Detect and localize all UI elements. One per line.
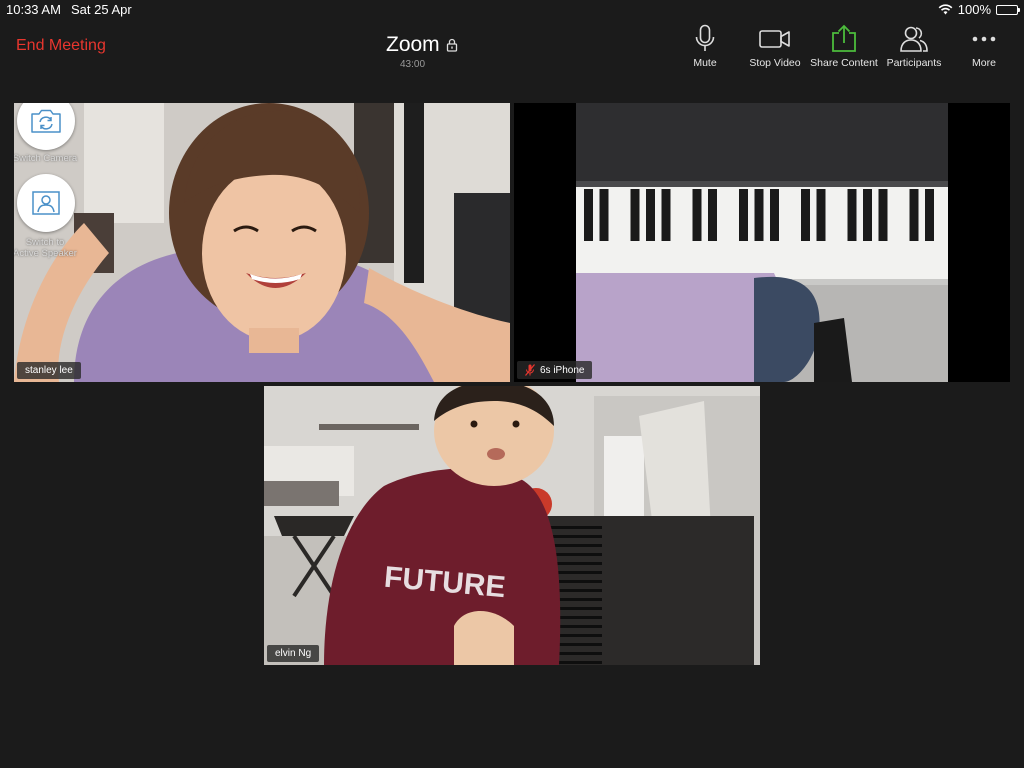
muted-microphone-icon — [525, 364, 535, 376]
participants-button[interactable]: Participants — [876, 24, 952, 69]
video-tile-stanley-lee[interactable]: Switch Camera Switch to Active Speaker s… — [14, 103, 510, 382]
participant-name-tag: 6s iPhone — [517, 361, 593, 379]
video-feed-woman-selfie — [14, 103, 510, 382]
lock-icon[interactable] — [446, 38, 458, 52]
end-meeting-button[interactable]: End Meeting — [16, 37, 106, 55]
meeting-title-text: Zoom — [386, 33, 440, 56]
video-feed-child-at-piano: FUTURE — [264, 386, 760, 665]
share-content-label: Share Content — [810, 57, 878, 69]
video-camera-icon — [759, 30, 790, 48]
mute-label: Mute — [693, 57, 717, 69]
switch-camera-icon — [31, 109, 61, 133]
status-right: 100% — [938, 2, 1020, 17]
status-date: Sat 25 Apr — [71, 2, 132, 17]
video-tile-elvin-ng[interactable]: FUTURE elvin Ng — [264, 386, 760, 665]
battery-percent: 100% — [957, 2, 991, 17]
piano-black-keys — [584, 189, 934, 241]
battery-icon — [996, 4, 1020, 15]
participant-name-tag: stanley lee — [17, 362, 81, 379]
participant-name: elvin Ng — [275, 648, 312, 659]
more-button[interactable]: More — [946, 24, 1022, 69]
participants-icon — [900, 26, 928, 52]
switch-active-speaker-label: Switch to Active Speaker — [14, 237, 85, 259]
share-content-button[interactable]: Share Content — [806, 24, 882, 69]
participant-name: 6s iPhone — [540, 364, 585, 376]
status-time: 10:33 AM — [6, 2, 61, 17]
switch-active-speaker-button[interactable] — [17, 174, 75, 232]
mute-button[interactable]: Mute — [667, 24, 743, 69]
more-label: More — [972, 57, 996, 69]
microphone-icon — [695, 24, 715, 51]
active-speaker-icon — [32, 191, 60, 215]
video-tile-6s-iphone[interactable]: 6s iPhone — [514, 103, 1010, 382]
stop-video-button[interactable]: Stop Video — [737, 24, 813, 69]
share-upload-icon — [832, 24, 856, 52]
switch-camera-label: Switch Camera — [14, 153, 78, 164]
status-bar: 10:33 AM Sat 25 Apr 100% — [0, 0, 1024, 20]
meeting-duration: 43:00 — [400, 59, 426, 70]
participant-name: stanley lee — [25, 365, 73, 376]
switch-active-speaker-line2: Active Speaker — [14, 248, 77, 259]
participants-label: Participants — [886, 57, 942, 69]
wifi-icon — [938, 4, 953, 15]
more-dots-icon — [972, 36, 996, 42]
stop-video-label: Stop Video — [749, 57, 801, 69]
switch-active-speaker-line1: Switch to — [25, 237, 65, 248]
video-feed-piano-keyboard — [514, 103, 1010, 382]
participant-name-tag: elvin Ng — [267, 645, 320, 662]
meeting-title: Zoom — [386, 33, 458, 57]
